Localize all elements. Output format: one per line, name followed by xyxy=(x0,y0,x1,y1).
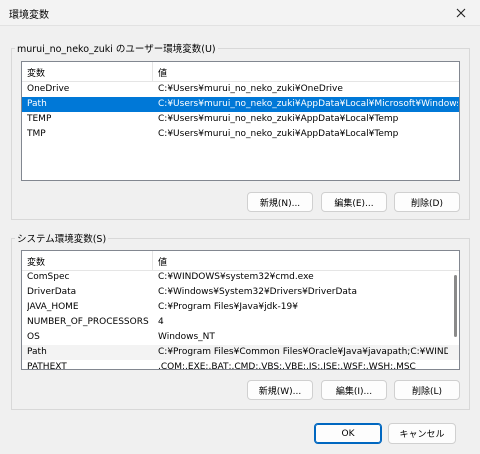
var-value: C:¥Users¥murui_no_neko_zuki¥OneDrive xyxy=(158,84,343,94)
list-item[interactable]: JAVA_HOME C:¥Program Files¥Java¥jdk-19¥ xyxy=(22,300,459,315)
var-name: OS xyxy=(27,332,40,342)
cancel-button[interactable]: キャンセル xyxy=(388,423,456,444)
system-edit-button[interactable]: 編集(I)... xyxy=(321,380,387,400)
var-name: OneDrive xyxy=(27,84,70,94)
title-bar: 環境変数 xyxy=(0,0,480,26)
list-item[interactable]: OneDrive C:¥Users¥murui_no_neko_zuki¥One… xyxy=(22,82,459,97)
var-name: TEMP xyxy=(27,114,52,124)
var-value: Windows_NT xyxy=(158,332,215,342)
ok-button[interactable]: OK xyxy=(314,423,382,444)
var-value: 4 xyxy=(158,317,164,327)
user-delete-button[interactable]: 削除(D) xyxy=(394,192,460,212)
list-item-selected[interactable]: Path C:¥Users¥murui_no_neko_zuki¥AppData… xyxy=(22,97,459,112)
list-item[interactable]: TEMP C:¥Users¥murui_no_neko_zuki¥AppData… xyxy=(22,112,459,127)
system-vars-list[interactable]: 変数 値 ComSpec C:¥WINDOWS¥system32¥cmd.exe… xyxy=(21,250,460,370)
user-edit-button[interactable]: 編集(E)... xyxy=(321,192,387,212)
var-value: C:¥Users¥murui_no_neko_zuki¥AppData¥Loca… xyxy=(158,129,399,139)
var-value: C:¥Users¥murui_no_neko_zuki¥AppData¥Loca… xyxy=(158,114,399,124)
system-delete-button[interactable]: 削除(L) xyxy=(394,380,460,400)
var-value: C:¥Program Files¥Java¥jdk-19¥ xyxy=(158,302,298,312)
close-button[interactable] xyxy=(442,0,480,26)
list-item[interactable]: NUMBER_OF_PROCESSORS 4 xyxy=(22,315,459,330)
vertical-scrollbar[interactable] xyxy=(454,275,457,337)
window-title: 環境変数 xyxy=(9,10,49,21)
var-value: .COM;.EXE;.BAT;.CMD;.VBS;.VBE;.JS;.JSE;.… xyxy=(158,362,416,370)
user-new-button[interactable]: 新規(N)... xyxy=(247,192,313,212)
header-divider[interactable] xyxy=(152,251,153,271)
var-name: NUMBER_OF_PROCESSORS xyxy=(27,317,149,327)
header-value[interactable]: 値 xyxy=(158,255,167,268)
user-vars-list[interactable]: 変数 値 OneDrive C:¥Users¥murui_no_neko_zuk… xyxy=(21,61,460,181)
system-vars-header: 変数 値 xyxy=(22,251,459,271)
list-item[interactable]: DriverData C:¥Windows¥System32¥Drivers¥D… xyxy=(22,285,459,300)
list-item[interactable]: OS Windows_NT xyxy=(22,330,459,345)
var-value: C:¥WINDOWS¥system32¥cmd.exe xyxy=(158,272,314,282)
header-variable[interactable]: 変数 xyxy=(27,255,45,268)
var-name: Path xyxy=(27,347,47,357)
var-value: C:¥Windows¥System32¥Drivers¥DriverData xyxy=(158,287,357,297)
list-item[interactable]: TMP C:¥Users¥murui_no_neko_zuki¥AppData¥… xyxy=(22,127,459,142)
var-value: C:¥Program Files¥Common Files¥Oracle¥Jav… xyxy=(158,347,448,357)
close-icon xyxy=(456,8,466,18)
header-divider[interactable] xyxy=(152,62,153,82)
var-name: TMP xyxy=(27,129,46,139)
var-value: C:¥Users¥murui_no_neko_zuki¥AppData¥Loca… xyxy=(158,99,458,109)
list-item[interactable]: Path C:¥Program Files¥Common Files¥Oracl… xyxy=(22,345,459,360)
var-name: JAVA_HOME xyxy=(27,302,79,312)
list-item[interactable]: ComSpec C:¥WINDOWS¥system32¥cmd.exe xyxy=(22,270,459,285)
var-name: ComSpec xyxy=(27,272,70,282)
list-item[interactable]: PATHEXT .COM;.EXE;.BAT;.CMD;.VBS;.VBE;.J… xyxy=(22,360,459,370)
system-new-button[interactable]: 新規(W)... xyxy=(247,380,313,400)
var-name: PATHEXT xyxy=(27,362,67,370)
user-vars-header: 変数 値 xyxy=(22,62,459,82)
var-name: DriverData xyxy=(27,287,77,297)
var-name: Path xyxy=(27,99,47,109)
header-variable[interactable]: 変数 xyxy=(27,66,45,79)
system-vars-label: システム環境変数(S) xyxy=(15,231,109,245)
header-value[interactable]: 値 xyxy=(158,66,167,79)
user-vars-label: murui_no_neko_zuki のユーザー環境変数(U) xyxy=(15,41,218,55)
